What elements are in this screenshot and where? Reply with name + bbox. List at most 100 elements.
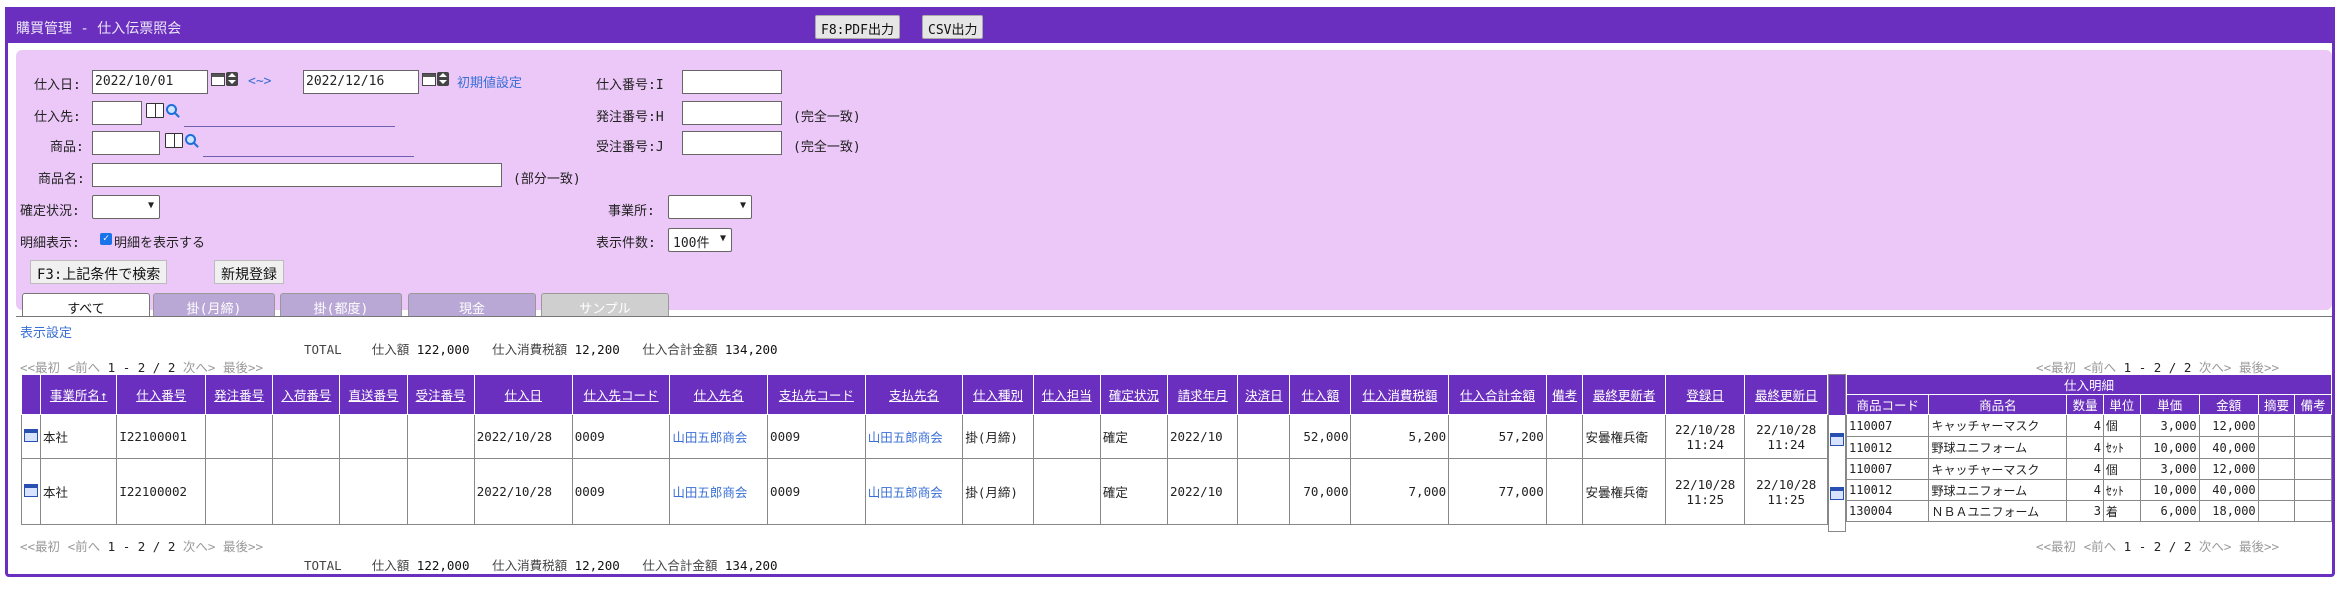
pager-last[interactable]: 最後>> xyxy=(223,360,263,375)
spinner-icon[interactable] xyxy=(437,72,449,86)
pager-last[interactable]: 最後>> xyxy=(223,539,263,554)
order-no-input[interactable] xyxy=(682,101,782,125)
table-row[interactable]: 本社 I22100001 2022/10/28 0009 山田五郎商会 0009… xyxy=(21,414,1828,459)
pager-next[interactable]: 次へ> xyxy=(2199,539,2232,554)
detail-name-cell: キャッチャーマスク xyxy=(1928,458,2068,480)
document-icon[interactable] xyxy=(24,483,38,497)
column-header[interactable]: 登録日 xyxy=(1664,374,1746,415)
count-select[interactable]: 100件 ▼ xyxy=(668,228,732,252)
office-select[interactable]: ▼ xyxy=(668,195,752,219)
order-no-cell xyxy=(205,414,274,459)
column-header[interactable]: 事業所名↑ xyxy=(39,374,118,415)
initial-settings-link[interactable]: 初期値設定 xyxy=(457,72,522,91)
purchase-no-input[interactable] xyxy=(682,70,782,94)
column-header[interactable]: 受注番号 xyxy=(406,374,475,415)
pager-first[interactable]: <<最初 xyxy=(2036,539,2076,554)
chevron-down-icon: ▼ xyxy=(147,200,154,211)
pager-last[interactable]: 最後>> xyxy=(2239,360,2279,375)
column-header[interactable]: 支払先コード xyxy=(767,374,866,415)
product-name-input[interactable] xyxy=(92,163,502,187)
pager-last[interactable]: 最後>> xyxy=(2239,539,2279,554)
detail-price-cell: 6,000 xyxy=(2139,500,2200,522)
column-header[interactable]: 最終更新日 xyxy=(1744,374,1828,415)
receive-order-no-input[interactable] xyxy=(682,131,782,155)
date-to-input[interactable]: 2022/12/16 xyxy=(303,70,419,94)
pager-prev[interactable]: <前へ xyxy=(2084,539,2117,554)
book-lookup-icon[interactable] xyxy=(165,133,183,148)
total-label: 仕入合計金額 xyxy=(642,558,718,573)
count-value: 100件 xyxy=(673,236,710,251)
column-header[interactable]: 発注番号 xyxy=(205,374,274,415)
tab-cash[interactable]: 現金 xyxy=(408,293,536,317)
pager-prev[interactable]: <前へ xyxy=(2084,360,2117,375)
column-header[interactable]: 直送番号 xyxy=(339,374,408,415)
tab-sample[interactable]: サンプル xyxy=(541,293,669,317)
row-detail-cell[interactable] xyxy=(21,414,41,459)
product-code-input[interactable] xyxy=(92,131,160,155)
detail-column-header: 商品名 xyxy=(1928,394,2068,415)
column-header[interactable]: 仕入番号 xyxy=(116,374,207,415)
pager-prev[interactable]: <前へ xyxy=(68,539,101,554)
search-icon[interactable] xyxy=(166,104,177,115)
column-header[interactable]: 仕入合計金額 xyxy=(1448,374,1547,415)
totals-label: TOTAL xyxy=(304,342,342,357)
document-icon[interactable] xyxy=(1830,433,1844,446)
calendar-icon[interactable] xyxy=(422,73,436,86)
reg-date: 22/10/28 xyxy=(1675,421,1736,437)
column-header[interactable]: 仕入先名 xyxy=(669,374,769,415)
row-detail-cell[interactable] xyxy=(21,458,41,525)
document-icon[interactable] xyxy=(1830,487,1844,500)
column-header[interactable]: 支払先名 xyxy=(864,374,964,415)
document-icon[interactable] xyxy=(24,428,38,442)
display-settings-link[interactable]: 表示設定 xyxy=(20,322,72,341)
tab-per-time[interactable]: 掛(都度) xyxy=(280,293,402,317)
detail-checkbox[interactable]: ✓ xyxy=(100,233,112,245)
column-header[interactable]: 入荷番号 xyxy=(272,374,341,415)
column-header[interactable]: 仕入担当 xyxy=(1032,374,1101,415)
tab-all[interactable]: すべて xyxy=(22,293,150,317)
column-header[interactable]: 決済日 xyxy=(1237,374,1291,415)
spinner-icon[interactable] xyxy=(226,72,238,86)
detail-header-row: 商品コード 商品名 数量 単位 単価 金額 摘要 備考 xyxy=(1845,394,2332,415)
tab-monthly[interactable]: 掛(月締) xyxy=(153,293,275,317)
column-header[interactable]: 仕入先コード xyxy=(571,374,671,415)
detail-title-row: 仕入明細 xyxy=(1846,374,2332,395)
pager-first[interactable]: <<最初 xyxy=(2036,360,2076,375)
column-header[interactable]: 請求年月 xyxy=(1166,374,1239,415)
payee-name-link[interactable]: 山田五郎商会 xyxy=(864,414,964,459)
column-header[interactable]: 仕入消費税額 xyxy=(1350,374,1450,415)
column-header[interactable]: 最終更新者 xyxy=(1582,374,1666,415)
detail-amount-cell: 40,000 xyxy=(2198,479,2259,501)
detail-display-label: 明細表示: xyxy=(20,236,80,251)
pager-next[interactable]: 次へ> xyxy=(183,539,216,554)
column-header[interactable]: 備考 xyxy=(1545,374,1584,415)
payee-name-link[interactable]: 山田五郎商会 xyxy=(864,458,964,525)
upd-date-cell: 22/10/28 11:25 xyxy=(1744,458,1828,525)
pager-next[interactable]: 次へ> xyxy=(183,360,216,375)
status-select[interactable]: ▼ xyxy=(92,195,160,219)
supplier-name-link[interactable]: 山田五郎商会 xyxy=(669,414,769,459)
date-cell: 2022/10/28 xyxy=(473,458,573,525)
pager-first[interactable]: <<最初 xyxy=(20,539,60,554)
arrival-no-cell xyxy=(272,414,341,459)
pager-bottom-left: <<最初 <前へ 1 - 2 / 2 次へ> 最後>> xyxy=(20,536,263,555)
csv-export-button[interactable]: CSV出力 xyxy=(922,15,984,39)
calendar-icon[interactable] xyxy=(211,73,225,86)
new-register-button[interactable]: 新規登録 xyxy=(214,260,284,284)
detail-note-cell xyxy=(2294,458,2332,480)
column-header[interactable]: 確定状況 xyxy=(1099,374,1168,415)
column-header[interactable]: 仕入種別 xyxy=(962,374,1034,415)
pager-first[interactable]: <<最初 xyxy=(20,360,60,375)
column-header[interactable]: 仕入額 xyxy=(1289,374,1352,415)
supplier-name-link[interactable]: 山田五郎商会 xyxy=(669,458,769,525)
pager-prev[interactable]: <前へ xyxy=(68,360,101,375)
supplier-code-input[interactable] xyxy=(92,101,142,125)
pager-next[interactable]: 次へ> xyxy=(2199,360,2232,375)
table-row[interactable]: 本社 I22100002 2022/10/28 0009 山田五郎商会 0009… xyxy=(21,458,1828,525)
search-button[interactable]: F3:上記条件で検索 xyxy=(30,260,168,284)
column-header[interactable]: 仕入日 xyxy=(473,374,573,415)
book-lookup-icon[interactable] xyxy=(146,103,164,118)
search-icon[interactable] xyxy=(185,134,196,145)
date-from-input[interactable]: 2022/10/01 xyxy=(92,70,208,94)
pdf-export-button[interactable]: F8:PDF出力 xyxy=(815,15,900,39)
